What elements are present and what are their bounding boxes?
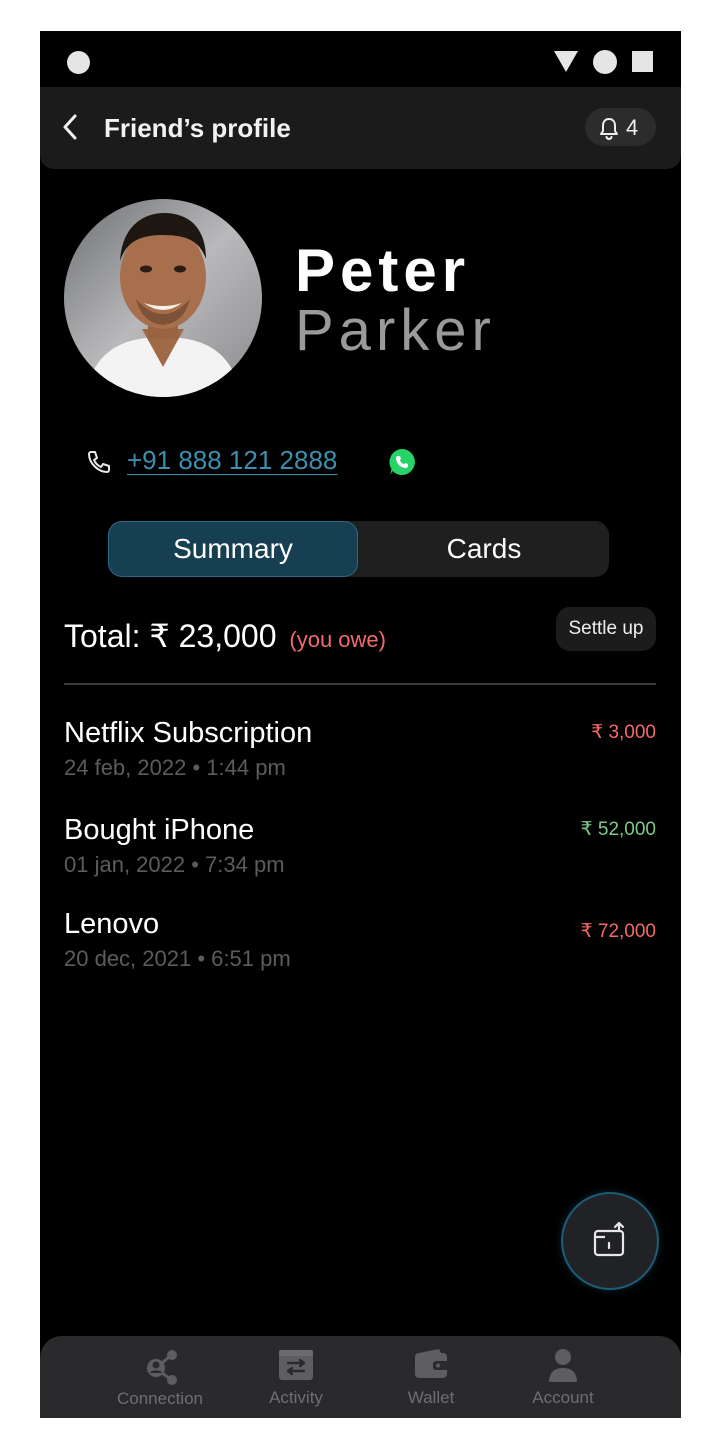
bell-icon	[600, 118, 618, 141]
nav-label: Account	[532, 1388, 594, 1407]
notifications-button[interactable]: 4	[585, 108, 656, 146]
total-summary: Total: ₹ 23,000 (you owe)	[64, 617, 386, 655]
nav-label: Wallet	[407, 1388, 455, 1407]
transaction-datetime: 01 jan, 2022 • 7:34 pm	[64, 852, 285, 877]
tab-bar: Summary Cards	[108, 521, 609, 577]
phone-number-link[interactable]: +91 888 121 2888	[127, 445, 337, 476]
back-button[interactable]	[56, 107, 96, 147]
nav-label: Activity	[269, 1388, 323, 1407]
transaction-row[interactable]: Netflix Subscription 24 feb, 2022 • 1:44…	[64, 717, 656, 787]
share-fab-button[interactable]	[563, 1194, 657, 1288]
phone-screen: Friend’s profile 4 Peter Parker +91 888 …	[40, 31, 681, 1418]
first-name: Peter	[295, 237, 471, 304]
last-name: Parker	[295, 298, 496, 363]
bottom-navigation: Connection Activity Wallet Account	[40, 1336, 681, 1418]
phone-icon	[88, 451, 110, 473]
status-bar	[40, 31, 681, 87]
transaction-amount: ₹ 52,000	[580, 819, 656, 840]
owe-status: (you owe)	[289, 627, 386, 652]
account-icon	[549, 1349, 577, 1382]
signal-icon	[593, 50, 617, 74]
transaction-datetime: 24 feb, 2022 • 1:44 pm	[64, 755, 286, 780]
notification-count: 4	[626, 115, 639, 140]
tab-cards[interactable]: Cards	[359, 521, 609, 577]
nav-account[interactable]: Account	[503, 1336, 623, 1418]
tab-summary[interactable]: Summary	[108, 521, 358, 577]
divider	[64, 683, 656, 685]
share-wallet-icon	[593, 1221, 625, 1257]
avatar	[64, 199, 262, 397]
transaction-datetime: 20 dec, 2021 • 6:51 pm	[64, 946, 291, 971]
page-title: Friend’s profile	[104, 113, 291, 143]
nav-activity[interactable]: Activity	[236, 1336, 356, 1418]
app-bar: Friend’s profile 4	[40, 87, 681, 169]
wallet-icon	[415, 1349, 449, 1378]
battery-icon	[632, 51, 653, 72]
transaction-name: Bought iPhone	[64, 814, 255, 846]
activity-icon	[279, 1350, 313, 1380]
nav-connection[interactable]: Connection	[100, 1336, 220, 1418]
chevron-left-icon	[63, 114, 77, 140]
settle-up-button[interactable]: Settle up	[556, 607, 656, 651]
transaction-name: Lenovo	[64, 908, 160, 940]
wifi-icon	[554, 51, 578, 72]
transaction-row[interactable]: Bought iPhone 01 jan, 2022 • 7:34 pm ₹ 5…	[64, 814, 656, 884]
transaction-row[interactable]: Lenovo 20 dec, 2021 • 6:51 pm ₹ 72,000	[64, 908, 656, 978]
transaction-amount: ₹ 3,000	[591, 722, 656, 743]
nav-wallet[interactable]: Wallet	[371, 1336, 491, 1418]
status-dot-icon	[67, 51, 90, 74]
total-amount: Total: ₹ 23,000	[64, 618, 277, 654]
connection-icon	[147, 1350, 177, 1385]
transaction-amount: ₹ 72,000	[580, 921, 656, 942]
transaction-name: Netflix Subscription	[64, 717, 313, 749]
whatsapp-icon[interactable]	[387, 447, 417, 477]
nav-label: Connection	[116, 1389, 203, 1408]
